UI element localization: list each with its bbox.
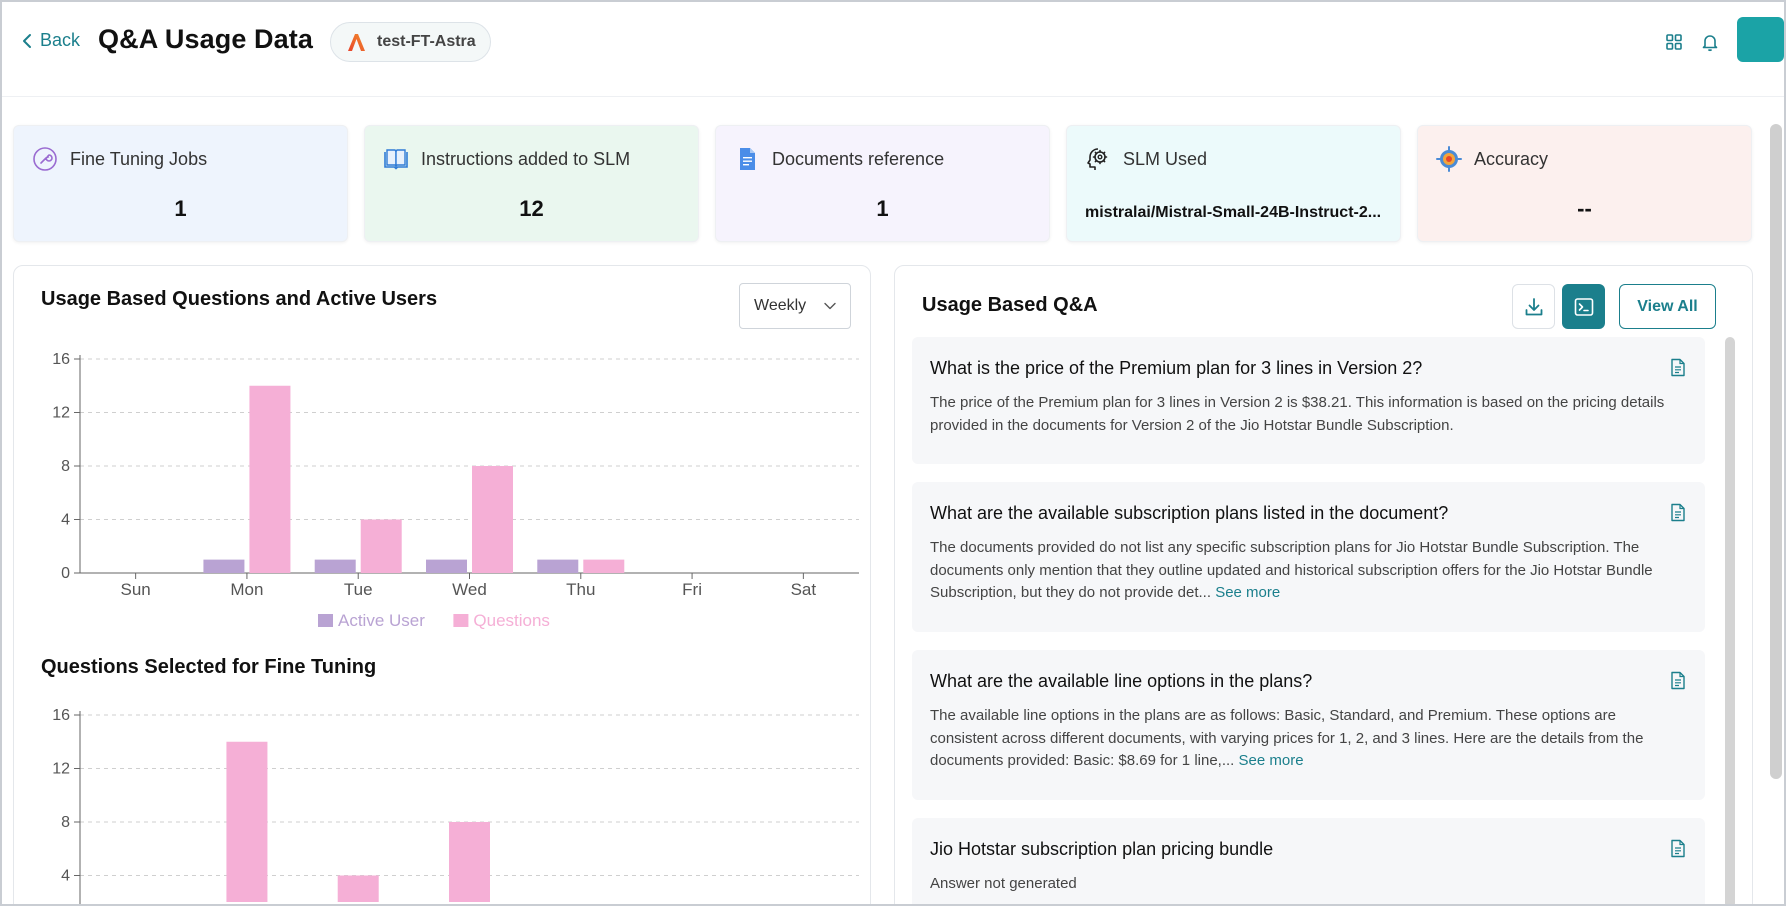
bar-active-user-mon[interactable] — [203, 559, 245, 573]
x-tick-label: Thu — [566, 580, 595, 599]
see-more-link[interactable]: See more — [1215, 584, 1280, 601]
bar-questions-mon[interactable] — [249, 385, 291, 573]
chevron-left-icon — [23, 33, 31, 48]
download-icon — [1525, 297, 1542, 315]
card-value: -- — [1577, 196, 1592, 221]
card-value: 12 — [519, 196, 544, 221]
qa-answer: The available line options in the plans … — [930, 705, 1685, 773]
bar-active-user-thu[interactable] — [537, 559, 579, 573]
y-tick-label: 4 — [61, 868, 70, 885]
target-icon — [1436, 146, 1462, 172]
finetune-chart-title: Questions Selected for Fine Tuning — [41, 656, 377, 678]
y-tick-label: 8 — [61, 458, 70, 475]
x-tick-label: Fri — [682, 580, 702, 599]
download-button[interactable] — [1512, 284, 1555, 329]
qa-item[interactable]: Jio Hotstar subscription plan pricing bu… — [912, 818, 1705, 904]
bar-questions-wed[interactable] — [472, 466, 513, 573]
view-all-button[interactable]: View All — [1619, 284, 1716, 329]
x-tick-label: Sat — [791, 580, 817, 599]
card-label: SLM Used — [1123, 148, 1208, 169]
model-name: test-FT-Astra — [377, 33, 476, 50]
card-documents-reference: Documents reference 1 — [715, 125, 1050, 242]
qa-answer: Answer not generated — [930, 875, 1077, 892]
legend-swatch — [453, 614, 469, 627]
avatar[interactable] — [1737, 17, 1784, 62]
y-tick-label: 16 — [52, 351, 70, 368]
x-tick-label: Sun — [121, 580, 151, 599]
bar-questions-tue[interactable] — [360, 519, 402, 574]
see-more-link[interactable]: See more — [1239, 752, 1304, 769]
bar-active-user-wed[interactable] — [426, 559, 467, 573]
page-scrollbar[interactable] — [1770, 124, 1782, 779]
qa-list: What is the price of the Premium plan fo… — [912, 337, 1705, 904]
qa-answer-text: The documents provided do not list any s… — [930, 539, 1653, 601]
period-select[interactable]: Weekly — [739, 283, 851, 329]
bar-questions-tue[interactable] — [337, 875, 379, 903]
book-icon — [384, 149, 408, 170]
document-icon[interactable] — [1670, 358, 1686, 377]
qa-question: Jio Hotstar subscription plan pricing bu… — [930, 839, 1274, 859]
card-value: 1 — [174, 196, 187, 221]
qa-answer: The price of the Premium plan for 3 line… — [930, 394, 1665, 434]
legend-swatch — [318, 614, 333, 627]
qa-question: What is the price of the Premium plan fo… — [930, 358, 1423, 378]
card-label: Documents reference — [772, 148, 945, 169]
y-tick-label: 16 — [52, 707, 70, 724]
card-label: Instructions added to SLM — [421, 148, 631, 169]
usage-chart-title: Usage Based Questions and Active Users — [41, 288, 438, 310]
qa-scrollbar[interactable] — [1725, 337, 1735, 904]
qa-item[interactable]: What are the available line options in t… — [912, 650, 1705, 800]
x-tick-label: Tue — [344, 580, 373, 599]
qa-question: What are the available line options in t… — [930, 671, 1313, 691]
grid-icon[interactable] — [1664, 32, 1684, 52]
y-tick-label: 4 — [61, 512, 70, 529]
card-slm-used: SLM Used mistralai/Mistral-Small-24B-Ins… — [1066, 125, 1401, 242]
terminal-button[interactable] — [1562, 284, 1605, 329]
brain-gear-icon — [1087, 148, 1108, 170]
legend-label: Active User — [338, 611, 425, 630]
qa-answer: The documents provided do not list any s… — [930, 537, 1685, 605]
card-value: 1 — [876, 196, 889, 221]
usage-bar-chart: 0 4 8 12 16 Sun Mon Tue Wed Thu Fri Sat Active User Q… — [52, 351, 859, 630]
qa-item[interactable]: What are the available subscription plan… — [912, 482, 1705, 632]
bar-active-user-tue[interactable] — [314, 559, 356, 573]
y-tick-label: 8 — [61, 814, 70, 831]
app-window: Back Q&A Usage Data test-FT-Astra Fine T… — [0, 0, 1786, 906]
card-accuracy: Accuracy -- — [1417, 125, 1752, 242]
document-icon[interactable] — [1670, 503, 1686, 522]
card-fine-tuning-jobs: Fine Tuning Jobs 1 — [13, 125, 348, 242]
period-select-value: Weekly — [754, 297, 807, 314]
document-icon[interactable] — [1670, 671, 1686, 690]
model-chip: test-FT-Astra — [330, 22, 491, 62]
chevron-down-icon — [824, 302, 836, 310]
page-header: Back Q&A Usage Data test-FT-Astra — [2, 2, 1784, 97]
document-icon[interactable] — [1670, 839, 1686, 858]
document-icon — [740, 148, 755, 170]
bar-questions-thu[interactable] — [583, 559, 625, 573]
qa-question: What are the available subscription plan… — [930, 503, 1449, 523]
model-logo-icon — [348, 34, 365, 51]
y-tick-label: 0 — [61, 565, 70, 582]
bar-questions-wed[interactable] — [449, 822, 490, 902]
wrench-icon — [33, 147, 57, 171]
back-label: Back — [40, 30, 81, 50]
bar-questions-mon[interactable] — [226, 741, 268, 902]
x-tick-label: Wed — [452, 580, 487, 599]
qa-panel-title: Usage Based Q&A — [922, 294, 1098, 316]
legend-label: Questions — [473, 611, 550, 630]
card-instructions: Instructions added to SLM 12 — [364, 125, 699, 242]
qa-item[interactable]: What is the price of the Premium plan fo… — [912, 337, 1705, 464]
y-tick-label: 12 — [52, 405, 70, 422]
card-value: mistralai/Mistral-Small-24B-Instruct-2..… — [1085, 204, 1382, 221]
card-label: Fine Tuning Jobs — [70, 148, 208, 169]
finetune-bar-chart: 4 8 12 16 — [52, 707, 859, 904]
bell-icon[interactable] — [1700, 32, 1720, 52]
card-label: Accuracy — [1474, 148, 1549, 169]
terminal-icon — [1574, 297, 1593, 316]
page-title: Q&A Usage Data — [98, 24, 313, 54]
back-button[interactable]: Back — [20, 30, 80, 51]
x-tick-label: Mon — [230, 580, 263, 599]
y-tick-label: 12 — [52, 761, 70, 778]
